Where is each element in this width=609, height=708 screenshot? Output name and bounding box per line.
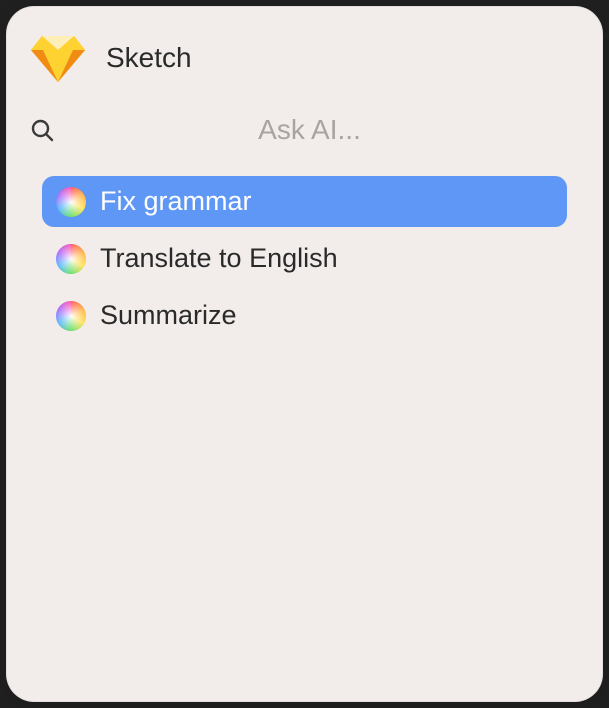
sketch-app-icon <box>30 34 86 82</box>
command-label: Translate to English <box>100 243 338 274</box>
app-title: Sketch <box>106 42 192 74</box>
color-wheel-icon <box>56 301 86 331</box>
command-label: Summarize <box>100 300 237 331</box>
search-row <box>24 106 585 176</box>
ai-command-panel: Sketch Fix grammar Translate to English … <box>6 6 603 702</box>
command-fix-grammar[interactable]: Fix grammar <box>42 176 567 227</box>
command-translate-to-english[interactable]: Translate to English <box>42 233 567 284</box>
command-label: Fix grammar <box>100 186 252 217</box>
command-list: Fix grammar Translate to English Summari… <box>24 176 585 341</box>
search-icon <box>28 116 56 144</box>
search-input[interactable] <box>66 114 581 146</box>
color-wheel-icon <box>56 244 86 274</box>
panel-header: Sketch <box>24 26 585 106</box>
color-wheel-icon <box>56 187 86 217</box>
command-summarize[interactable]: Summarize <box>42 290 567 341</box>
